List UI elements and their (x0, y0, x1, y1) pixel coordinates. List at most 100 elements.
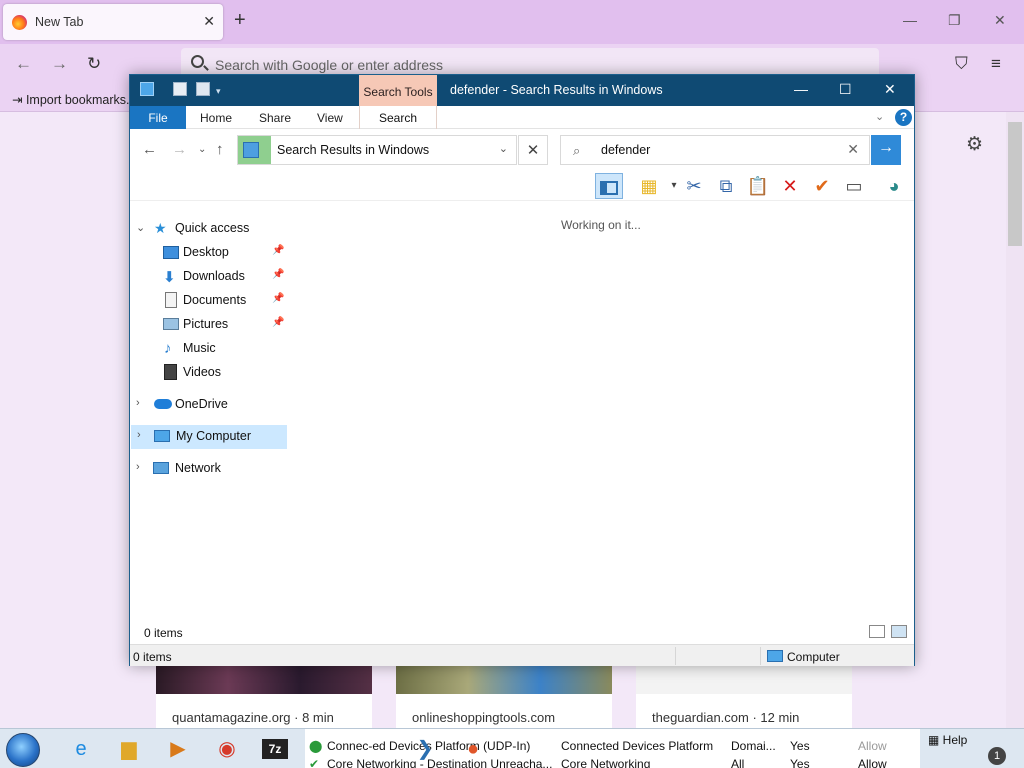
top-site-card-theguardian[interactable]: theguardian.com · 12 min (636, 664, 852, 728)
close-icon[interactable]: ✕ (884, 81, 896, 98)
copy-icon[interactable]: ⧉ (712, 173, 740, 199)
search-go-button[interactable]: → (871, 135, 901, 165)
pin-icon[interactable]: 📌 (272, 317, 284, 328)
search-query: defender (601, 143, 651, 157)
browser-close-icon[interactable]: ✕ (994, 12, 1006, 29)
document-icon (165, 292, 177, 308)
nav-documents[interactable]: Documents 📌 (130, 289, 292, 313)
browser-minimize-icon[interactable]: — (903, 12, 917, 28)
expand-chevron-icon[interactable]: ⌄ (136, 221, 145, 234)
check-icon[interactable]: ✔ (808, 173, 836, 199)
browser-restore-icon[interactable]: ❐ (948, 12, 961, 29)
recent-locations-icon[interactable]: ⌄ (198, 144, 206, 155)
details-view-icon[interactable] (869, 625, 885, 638)
pin-icon[interactable]: 📌 (272, 245, 284, 256)
list-item[interactable]: ⬤ Connec‑ed Devices Platform (UDP-In) Co… (305, 739, 920, 757)
reload-icon[interactable]: ↻ (87, 54, 101, 74)
top-site-card-quantamagazine[interactable]: quantamagazine.org · 8 min (156, 664, 372, 728)
nav-desktop[interactable]: Desktop 📌 (130, 241, 292, 265)
command-toolbar: ▦ ▾ ✂ ⧉ 📋 ✕ ✔ ▭ ◕ (130, 171, 914, 201)
properties-icon[interactable] (173, 82, 187, 96)
nav-downloads[interactable]: ⬇ Downloads 📌 (130, 265, 292, 289)
chevron-down-icon[interactable]: ⌄ (499, 142, 508, 155)
file-explorer-icon[interactable]: ▆ (114, 735, 144, 763)
tab-view[interactable]: View (317, 111, 343, 125)
top-site-card-onlineshoppingtools[interactable]: onlineshoppingtools.com (396, 664, 612, 728)
globe-icon[interactable]: ◕ (880, 173, 908, 199)
rename-icon[interactable]: ▭ (840, 173, 868, 199)
browser-tab-new-tab[interactable]: New Tab ✕ (3, 4, 223, 40)
tab-close-icon[interactable]: ✕ (203, 13, 215, 30)
7zip-icon[interactable]: 7z (262, 739, 288, 759)
nav-videos[interactable]: Videos (130, 361, 292, 385)
gear-icon[interactable]: ⚙ (966, 133, 983, 156)
nav-network[interactable]: › Network (130, 457, 292, 481)
nav-pictures[interactable]: Pictures 📌 (130, 313, 292, 337)
status-items-count: 0 items (133, 650, 172, 664)
powershell-icon[interactable]: ❯ (410, 735, 440, 763)
pin-icon[interactable]: 📌 (272, 269, 284, 280)
nav-label: Pictures (183, 317, 229, 331)
back-arrow-icon[interactable]: ← (142, 141, 157, 158)
picture-icon (163, 318, 179, 330)
firefox-icon[interactable]: ● (458, 735, 488, 763)
nav-label: Downloads (183, 269, 245, 283)
search-input[interactable]: ⌕ defender ✕ (560, 135, 870, 165)
import-bookmarks-link[interactable]: ⇥ Import bookmarks... (12, 92, 136, 107)
tab-search[interactable]: Search (359, 106, 437, 129)
new-folder-icon[interactable] (196, 82, 210, 96)
delete-icon[interactable]: ✕ (776, 173, 804, 199)
nav-quick-access[interactable]: ⌄ ★ Quick access (130, 217, 292, 241)
large-icons-view-icon[interactable] (891, 625, 907, 638)
nav-label: Documents (183, 293, 247, 307)
address-bar[interactable]: Search Results in Windows ⌄ (237, 135, 517, 165)
list-item[interactable]: ✔ Core Networking - Destination Unreacha… (305, 757, 920, 768)
media-player-icon[interactable]: ▶ (163, 735, 193, 763)
help-link[interactable]: ▦ Help (928, 733, 967, 747)
expand-chevron-icon[interactable]: › (137, 429, 141, 441)
nav-music[interactable]: ♪ Music (130, 337, 292, 361)
items-count: 0 items (144, 626, 183, 640)
star-icon: ★ (154, 220, 167, 236)
page-scrollbar-thumb[interactable] (1008, 122, 1022, 246)
back-arrow-icon[interactable]: ← (15, 54, 32, 74)
top-site-thumbnail (156, 664, 372, 694)
preview-pane-icon[interactable] (595, 173, 623, 199)
clear-search-icon[interactable]: ✕ (847, 141, 859, 158)
help-icon[interactable]: ? (895, 109, 912, 126)
forward-arrow-icon[interactable]: → (172, 141, 187, 158)
up-arrow-icon[interactable]: ↑ (216, 141, 224, 158)
notification-badge[interactable]: 1 (988, 747, 1006, 765)
tab-home[interactable]: Home (200, 111, 232, 125)
nav-onedrive[interactable]: › OneDrive (130, 393, 292, 417)
background-firewall-list: ⬤ Connec‑ed Devices Platform (UDP-In) Co… (305, 729, 920, 768)
pin-icon[interactable]: 📌 (272, 293, 284, 304)
start-button[interactable] (6, 733, 40, 767)
taskbar: e ▆ ▶ ◉ 7z ⬤ Connec‑ed Devices Platform … (0, 728, 1024, 768)
new-item-icon[interactable]: ▦ (635, 173, 663, 199)
internet-explorer-icon[interactable]: e (66, 735, 96, 763)
chrome-icon[interactable]: ◉ (212, 735, 242, 763)
cut-icon[interactable]: ✂ (680, 173, 708, 199)
forward-arrow-icon[interactable]: → (51, 54, 68, 74)
expand-chevron-icon[interactable]: › (136, 461, 140, 473)
rule-action: Allow (858, 739, 887, 753)
tab-file[interactable]: File (130, 106, 186, 129)
maximize-icon[interactable]: ☐ (839, 81, 852, 98)
help-label: Help (942, 733, 968, 747)
customize-qat-icon[interactable]: ▾ (216, 86, 224, 96)
explorer-title-bar[interactable]: ▾ Search Tools defender - Search Results… (130, 75, 914, 106)
pocket-icon[interactable]: ⛉ (955, 54, 968, 74)
expand-chevron-icon[interactable]: › (136, 397, 140, 409)
ribbon-tabs: File Home Share View Search ⌄ ? (130, 106, 914, 129)
top-site-label: quantamagazine.org · 8 min (172, 710, 334, 725)
hamburger-menu-icon[interactable]: ≡ (991, 54, 1001, 74)
minimize-icon[interactable]: — (794, 81, 808, 97)
nav-my-computer[interactable]: › My Computer (131, 425, 287, 449)
new-tab-plus-icon[interactable]: + (234, 10, 246, 30)
close-search-button[interactable]: ✕ (518, 135, 548, 165)
computer-icon (154, 430, 170, 442)
paste-icon[interactable]: 📋 (744, 173, 772, 199)
tab-share[interactable]: Share (259, 111, 291, 125)
chevron-down-icon[interactable]: ⌄ (875, 110, 884, 123)
